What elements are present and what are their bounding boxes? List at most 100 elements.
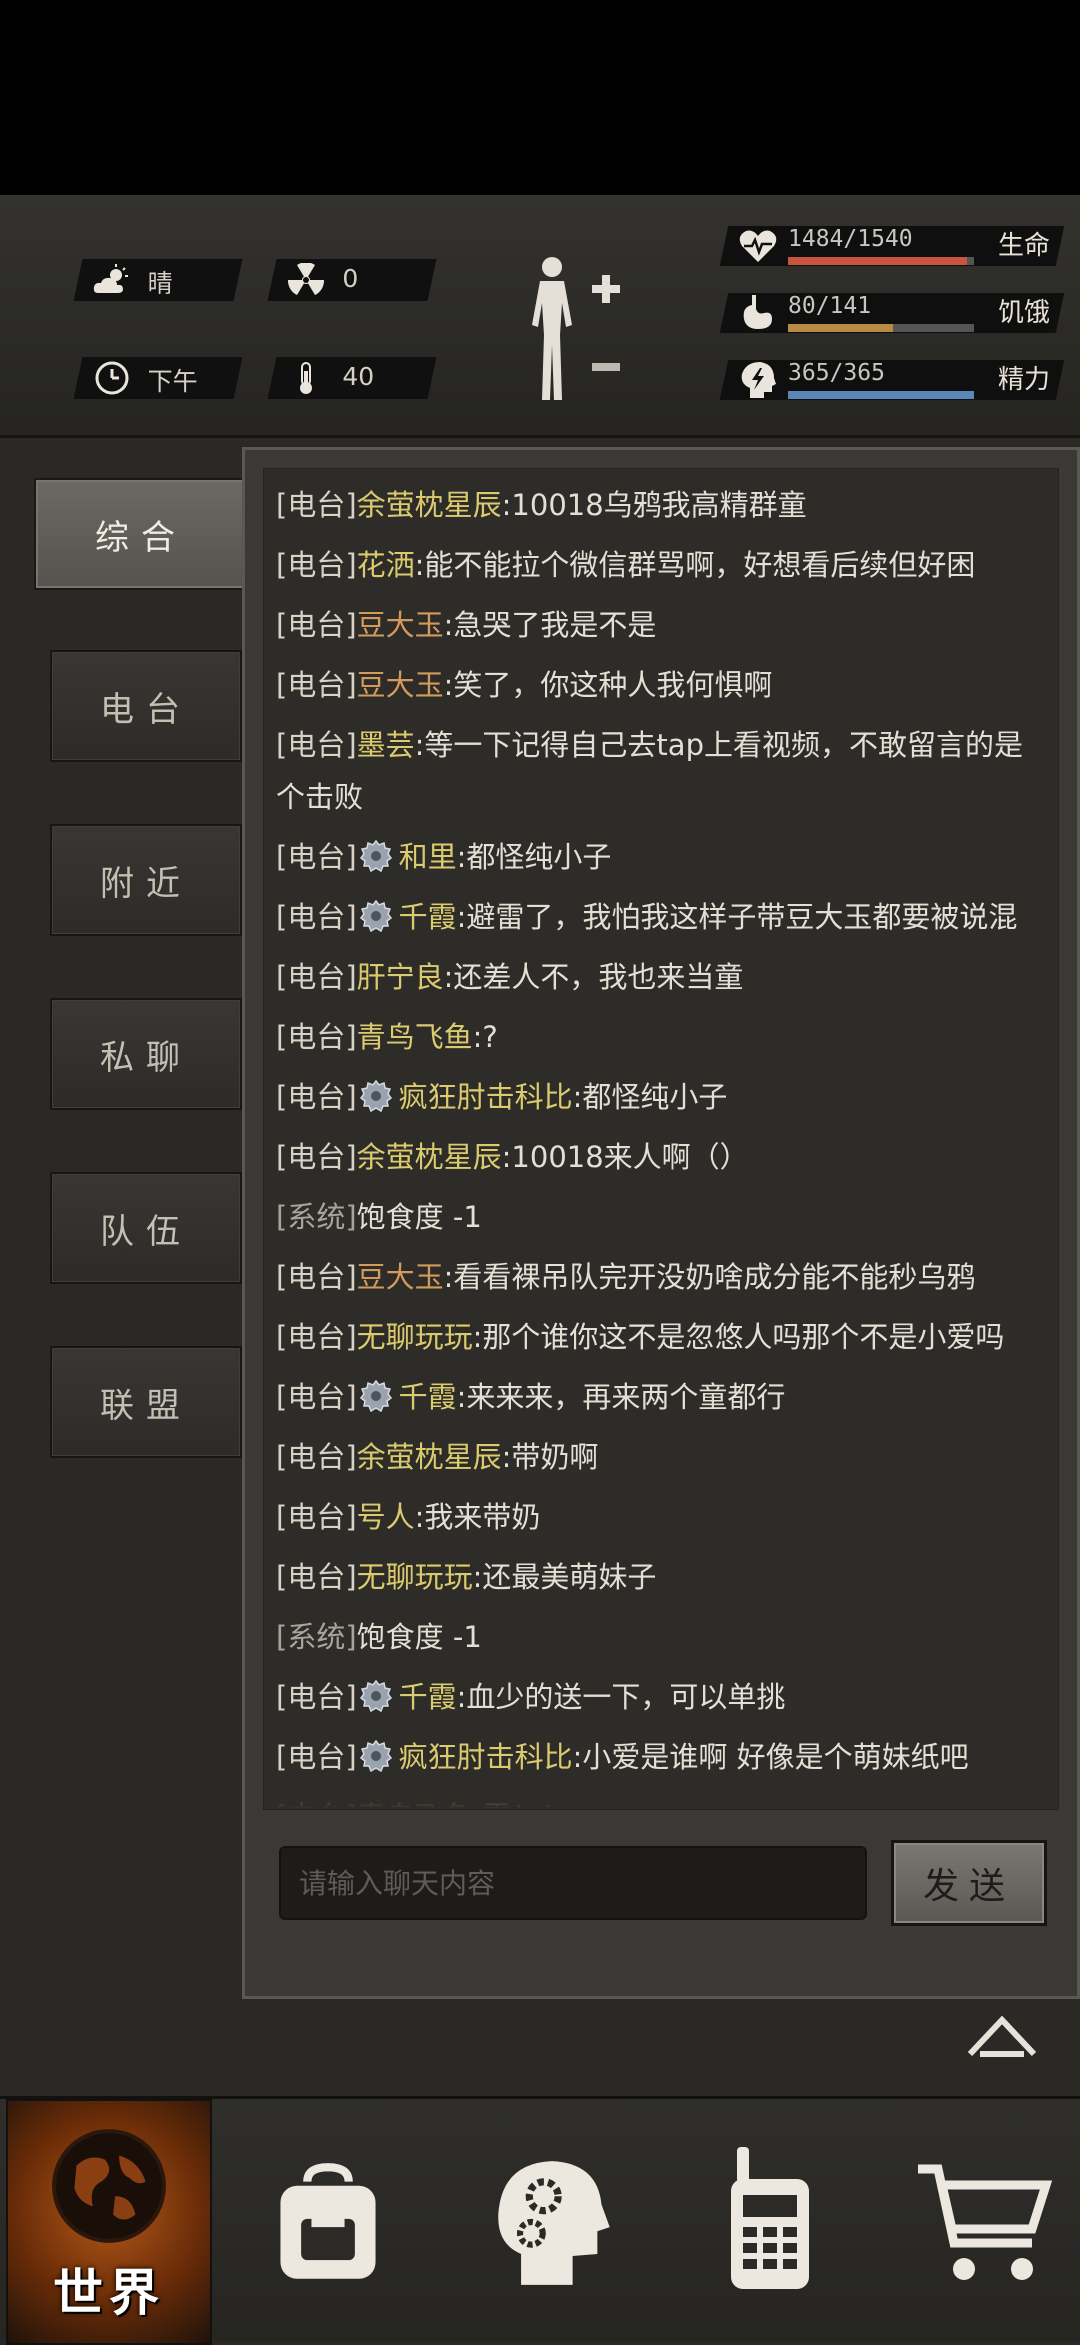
chat-message: [电台]墨芸:等一下记得自己去tap上看视频，不敢留言的是个击败 bbox=[264, 719, 1058, 823]
backpack-icon bbox=[280, 2163, 376, 2279]
message-sender[interactable]: 千霞 bbox=[399, 900, 457, 934]
human-body-icon bbox=[532, 257, 572, 400]
time-chip: 下午 bbox=[73, 357, 243, 399]
message-channel: [系统] bbox=[276, 1620, 357, 1654]
message-channel: [电台] bbox=[276, 608, 357, 642]
tab-nearby[interactable]: 附近 bbox=[50, 824, 242, 936]
thermometer-icon bbox=[300, 362, 312, 394]
message-text: :还最美萌妹子 bbox=[472, 1560, 657, 1594]
message-sender[interactable]: 疯狂肘击科比 bbox=[399, 1080, 573, 1114]
chat-message: [电台]肝宁良:还差人不，我也来当童 bbox=[264, 951, 1058, 1003]
message-sender[interactable]: 余萤枕星辰 bbox=[357, 1440, 502, 1474]
message-text: 饱食度 -1 bbox=[356, 1200, 482, 1234]
chat-message: [系统]饱食度 -1 bbox=[264, 1191, 1058, 1243]
chat-message-list[interactable]: [电台]余萤枕星辰:10018乌鸦我高精群童 [电台]花洒:能不能拉个微信群骂啊，… bbox=[263, 468, 1059, 1810]
chat-message: [电台]花洒:能不能拉个微信群骂啊，好想看后续但好困 bbox=[264, 539, 1058, 591]
collapse-up-icon[interactable] bbox=[962, 2010, 1042, 2060]
message-channel: [电台] bbox=[276, 1140, 357, 1174]
chat-message: [电台]豆大玉:看看裸吊队完开没奶啥成分能不能秒乌鸦 bbox=[264, 1251, 1058, 1303]
hunger-stat: 80/141 饥饿 bbox=[718, 290, 1065, 336]
bottom-nav: 世界 bbox=[0, 2096, 1080, 2345]
radiation-value: 0 bbox=[342, 264, 359, 293]
message-sender[interactable]: 豆大玉 bbox=[357, 608, 444, 642]
message-channel: [系统] bbox=[276, 1200, 357, 1234]
message-sender[interactable]: 豆大玉 bbox=[357, 668, 444, 702]
skills-head-icon bbox=[498, 2161, 610, 2285]
weather-cloud-sun-icon bbox=[93, 264, 128, 293]
message-text: :10018乌鸦我高精群童 bbox=[501, 488, 807, 522]
message-channel: [电台] bbox=[276, 668, 357, 702]
temperature-value: 40 bbox=[342, 362, 375, 391]
radio-icon bbox=[731, 2147, 809, 2289]
nav-backpack[interactable] bbox=[246, 2099, 406, 2341]
message-sender[interactable]: 花洒 bbox=[357, 548, 415, 582]
chat-message: [电台] 千霞:来来来，再来两个童都行 bbox=[264, 1371, 1058, 1423]
clock-icon bbox=[95, 361, 129, 395]
message-sender[interactable]: 无聊玩玩 bbox=[357, 1320, 473, 1354]
tab-radio[interactable]: 电台 bbox=[50, 650, 242, 762]
nav-radio[interactable] bbox=[690, 2099, 850, 2341]
message-sender[interactable]: 号人 bbox=[357, 1500, 415, 1534]
send-button[interactable]: 发送 bbox=[891, 1840, 1047, 1926]
gear-badge-icon bbox=[359, 1739, 392, 1773]
message-channel: [电台] bbox=[276, 840, 357, 874]
temperature-chip: 40 bbox=[267, 357, 437, 399]
message-sender[interactable]: 肝宁良 bbox=[357, 960, 444, 994]
gear-badge-icon bbox=[359, 1079, 392, 1113]
message-text: :都怪纯小子 bbox=[572, 1080, 728, 1114]
chat-message: [电台]余萤枕星辰:带奶啊 bbox=[264, 1431, 1058, 1483]
head-lightning-icon bbox=[741, 362, 776, 398]
message-sender[interactable]: 余萤枕星辰 bbox=[357, 488, 502, 522]
nav-world[interactable]: 世界 bbox=[6, 2099, 212, 2345]
message-channel: [电台] bbox=[276, 1380, 357, 1414]
message-channel: [电台] bbox=[276, 1500, 357, 1534]
gear-badge-icon bbox=[359, 1679, 392, 1713]
nav-skills[interactable] bbox=[470, 2099, 630, 2341]
health-bar bbox=[788, 257, 974, 265]
tab-team[interactable]: 队伍 bbox=[50, 1172, 242, 1284]
message-sender[interactable]: 墨芸 bbox=[357, 728, 415, 762]
globe-icon bbox=[52, 2129, 166, 2243]
chat-message: [电台]无聊玩玩:那个谁你这不是忽悠人吗那个不是小爱吗 bbox=[264, 1311, 1058, 1363]
message-text: :避雷了，我怕我这样子带豆大玉都要被说混 bbox=[456, 900, 1018, 934]
status-header: 晴 0 下午 40 1484/1540 生命 80/141 饥饿 365/365… bbox=[0, 195, 1080, 438]
message-text: 饱食度 -1 bbox=[356, 1620, 482, 1654]
message-channel: [电台] bbox=[276, 1320, 357, 1354]
message-sender[interactable]: 千霞 bbox=[399, 1380, 457, 1414]
message-channel: [电台] bbox=[276, 1680, 357, 1714]
message-channel: [电台] bbox=[276, 1440, 357, 1474]
message-text: :看看裸吊队完开没奶啥成分能不能秒乌鸦 bbox=[443, 1260, 976, 1294]
nav-shop[interactable] bbox=[900, 2099, 1070, 2341]
chat-panel: [电台]余萤枕星辰:10018乌鸦我高精群童 [电台]花洒:能不能拉个微信群骂啊，… bbox=[242, 447, 1080, 1999]
tab-private-chat[interactable]: 私聊 bbox=[50, 998, 242, 1110]
minus-icon bbox=[592, 363, 620, 371]
message-sender[interactable]: 青鸟飞鱼 bbox=[357, 1020, 473, 1054]
message-sender[interactable]: 余萤枕星辰 bbox=[357, 1140, 502, 1174]
body-status-button[interactable] bbox=[522, 255, 622, 405]
hunger-bar bbox=[788, 324, 974, 332]
message-text: :? bbox=[472, 1020, 498, 1054]
message-sender[interactable]: 豆大玉 bbox=[357, 1260, 444, 1294]
message-text: :我来带奶 bbox=[414, 1500, 541, 1534]
health-label: 生命 bbox=[997, 231, 1050, 261]
chat-input-box[interactable] bbox=[279, 1846, 867, 1920]
plus-icon bbox=[592, 275, 620, 303]
tab-alliance[interactable]: 联盟 bbox=[50, 1346, 242, 1458]
hunger-label: 饥饿 bbox=[997, 298, 1050, 328]
chat-input[interactable] bbox=[281, 1848, 865, 1918]
tab-general[interactable]: 综合 bbox=[34, 478, 248, 590]
hunger-value: 80/141 bbox=[788, 293, 872, 319]
message-channel: [电台] bbox=[276, 900, 357, 934]
time-of-day-text: 下午 bbox=[147, 367, 198, 396]
energy-label: 精力 bbox=[997, 365, 1050, 395]
message-text: :那个谁你这不是忽悠人吗那个不是小爱吗 bbox=[472, 1320, 1005, 1354]
message-channel: [电台] bbox=[276, 1080, 357, 1114]
message-sender[interactable]: 千霞 bbox=[399, 1680, 457, 1714]
chat-message: [电台] 千霞:避雷了，我怕我这样子带豆大玉都要被说混 bbox=[264, 891, 1058, 943]
message-text: :10018来人啊（） bbox=[501, 1140, 749, 1174]
chat-message: [电台]豆大玉:急哭了我是不是 bbox=[264, 599, 1058, 651]
chat-message: [系统]饱食度 -1 bbox=[264, 1611, 1058, 1663]
message-sender[interactable]: 无聊玩玩 bbox=[357, 1560, 473, 1594]
message-sender[interactable]: 和里 bbox=[399, 840, 457, 874]
gear-badge-icon bbox=[359, 1379, 392, 1413]
